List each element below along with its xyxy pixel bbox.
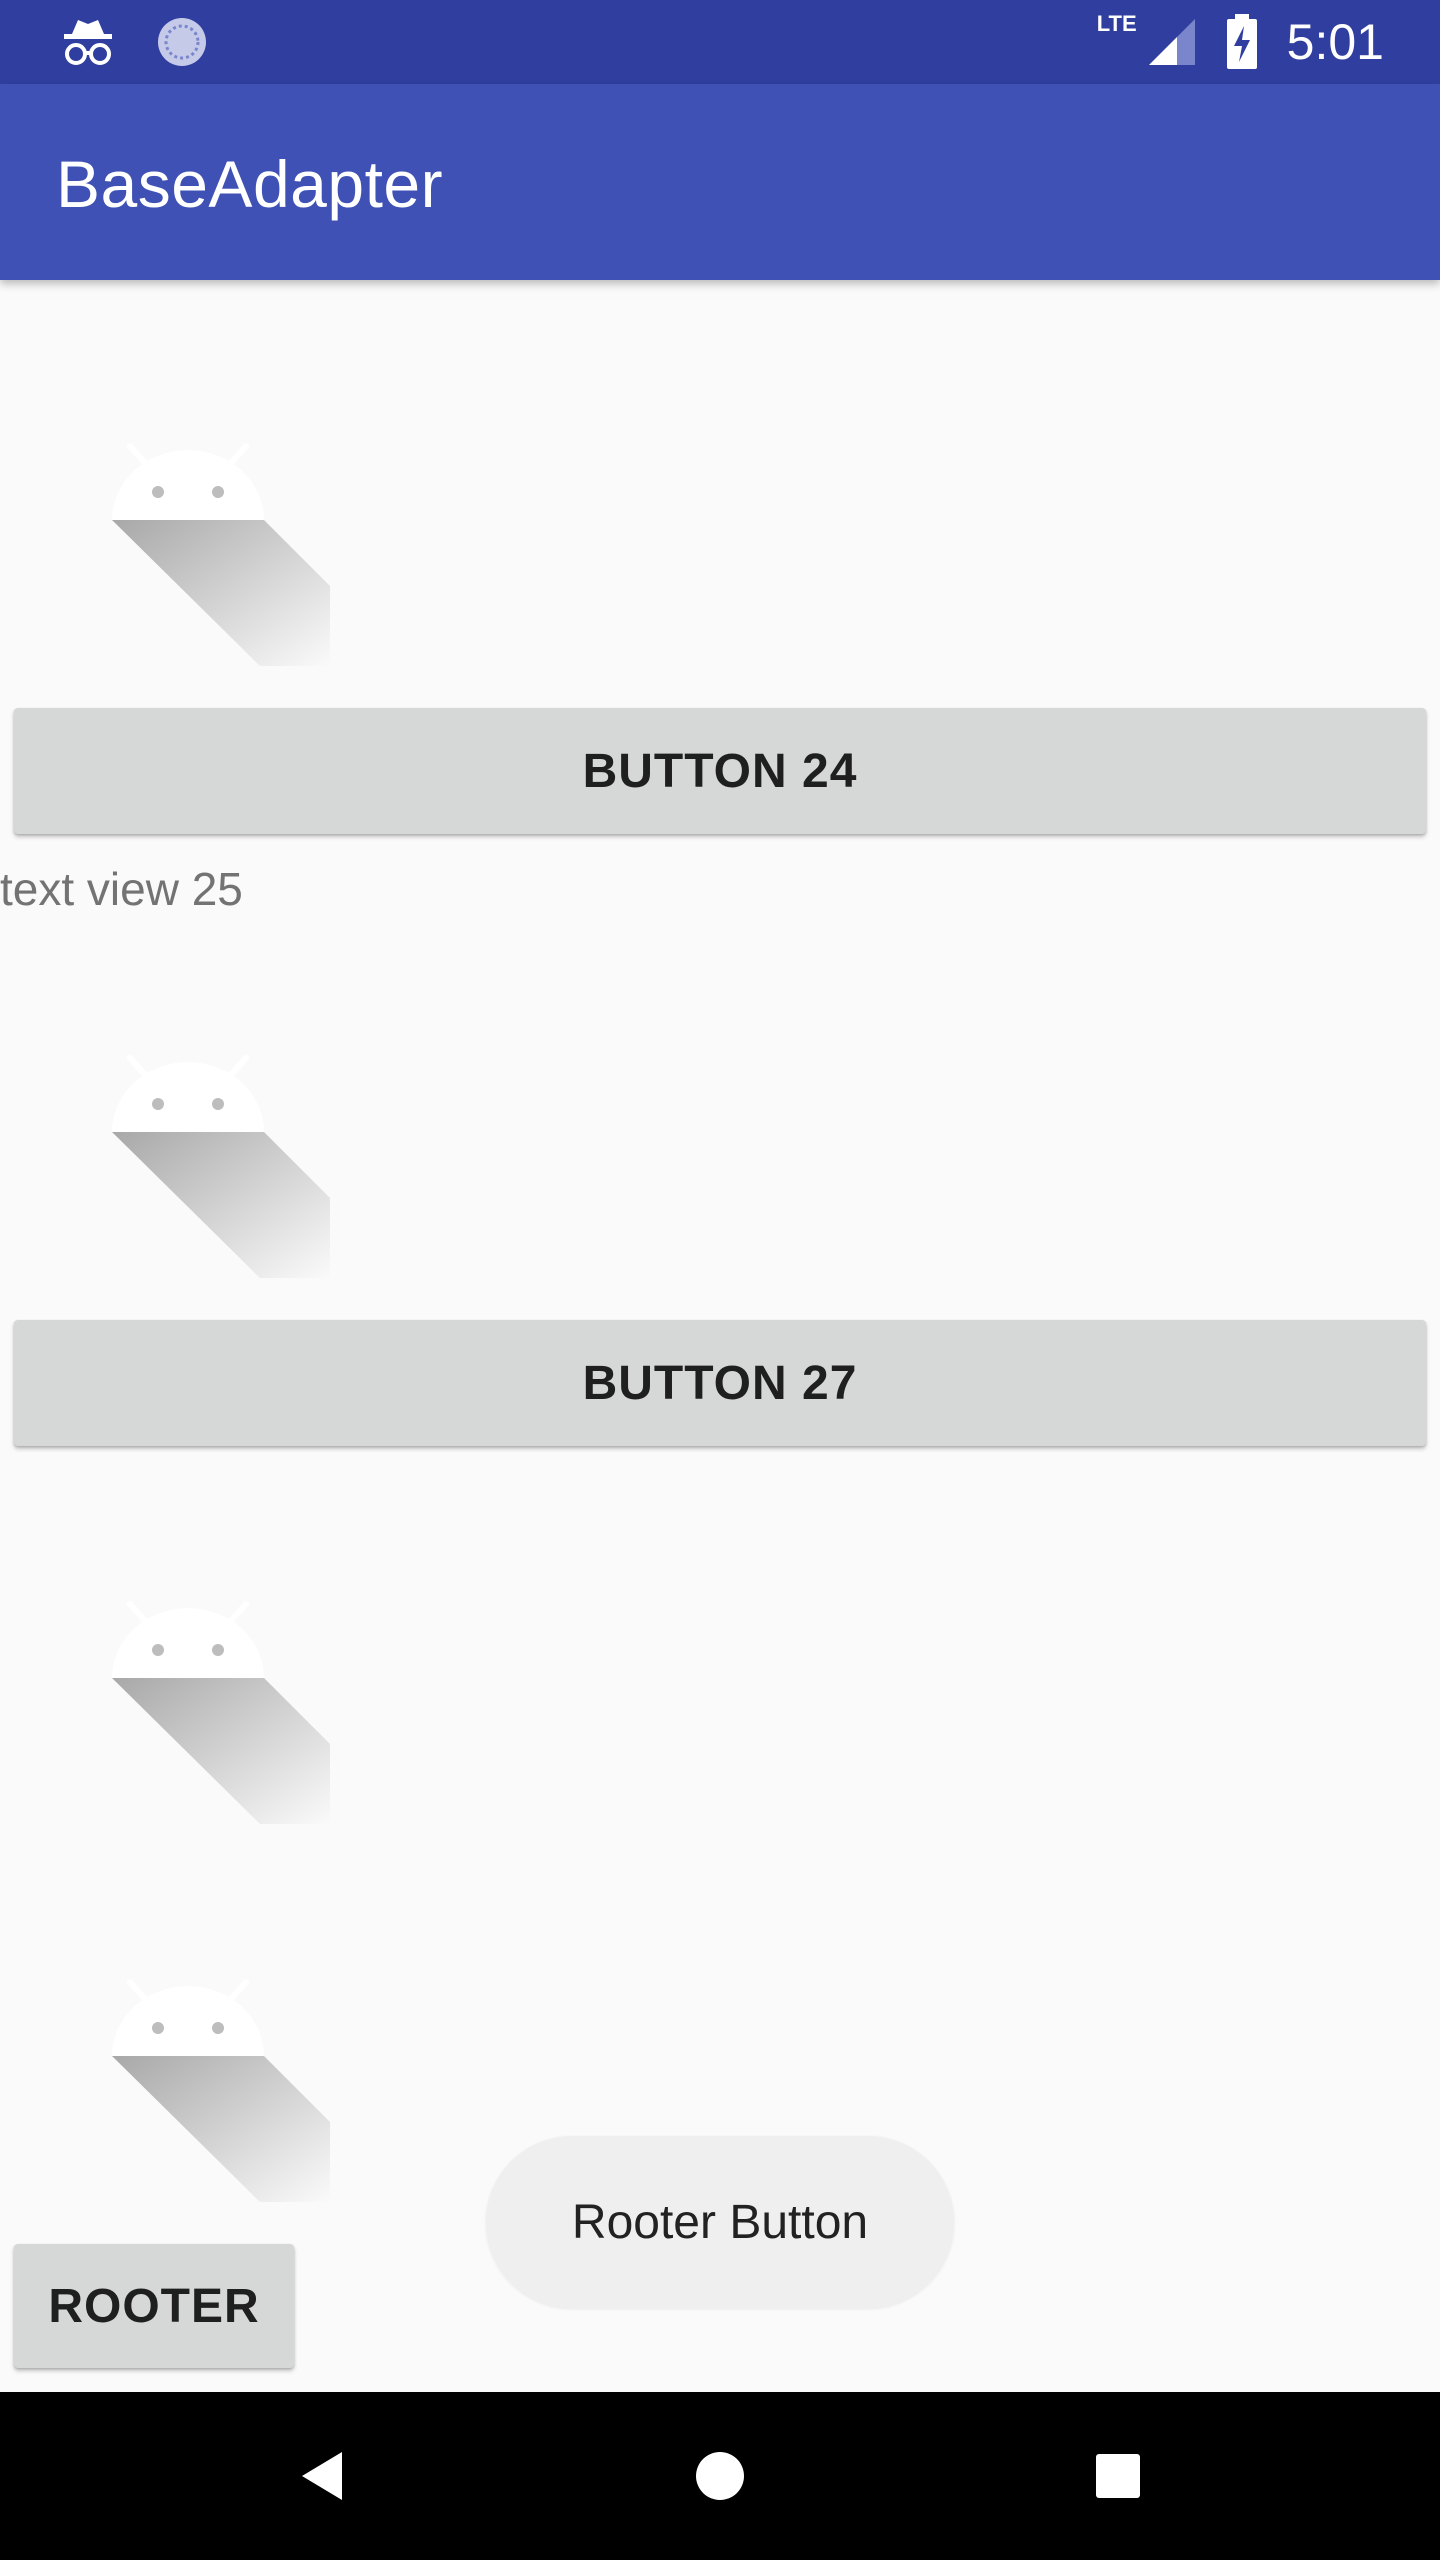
back-icon[interactable] bbox=[286, 2440, 358, 2512]
battery-charging-icon bbox=[1226, 14, 1257, 69]
text-view-25: text view 25 bbox=[0, 863, 243, 915]
rooter-button[interactable]: ROOTER bbox=[14, 2244, 294, 2368]
network-type-label: LTE bbox=[1096, 11, 1137, 36]
android-logo-icon bbox=[112, 1055, 330, 1278]
app-bar: BaseAdapter bbox=[0, 84, 1440, 280]
navigation-bar bbox=[0, 2392, 1440, 2560]
sync-icon bbox=[158, 18, 206, 66]
home-icon[interactable] bbox=[684, 2440, 756, 2512]
signal-icon bbox=[1148, 19, 1195, 65]
status-bar: LTE 5:01 bbox=[0, 0, 1440, 84]
button-27[interactable]: BUTTON 27 bbox=[14, 1320, 1426, 1446]
list-view[interactable]: BUTTON 24 text view 25 BUTTON 27 ROOTER bbox=[0, 280, 1440, 2392]
recents-icon[interactable] bbox=[1082, 2440, 1154, 2512]
status-time: 5:01 bbox=[1286, 14, 1384, 70]
status-left-icons bbox=[60, 14, 210, 70]
toast-message: Rooter Button bbox=[486, 2136, 954, 2308]
app-title: BaseAdapter bbox=[56, 147, 444, 221]
android-logo-icon bbox=[112, 1979, 330, 2202]
incognito-icon bbox=[64, 20, 112, 65]
button-24[interactable]: BUTTON 24 bbox=[14, 708, 1426, 834]
status-right: LTE 5:01 bbox=[1097, 10, 1384, 74]
android-logo-icon bbox=[112, 443, 330, 666]
android-logo-icon bbox=[112, 1601, 330, 1824]
